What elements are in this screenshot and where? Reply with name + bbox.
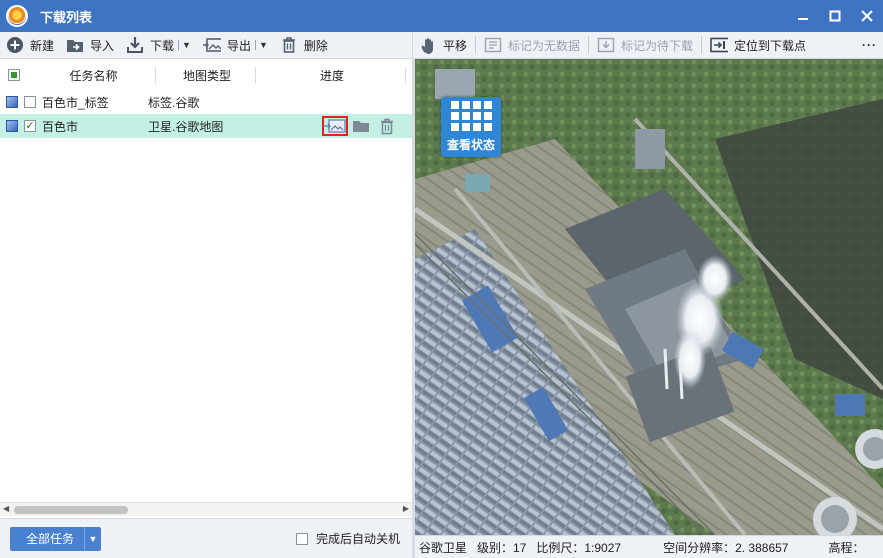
task-type-icon: [6, 96, 18, 108]
map-source: 谷歌卫星: [419, 540, 468, 555]
locate-icon: [710, 36, 729, 54]
locate-label: 定位到下载点: [734, 38, 807, 53]
map-toolbar: 平移 标记为无数据 标记为待下载 定位到下载点 ···: [413, 32, 883, 59]
auto-shutdown-checkbox[interactable]: [296, 532, 308, 545]
grid-tiles-icon: [450, 101, 492, 131]
scrollbar-thumb[interactable]: [14, 506, 128, 514]
hand-pan-icon: [419, 36, 437, 54]
select-all-checkbox[interactable]: [0, 67, 28, 83]
zoom-level: 级别：17: [477, 540, 527, 555]
download-button[interactable]: 下载 ▼: [120, 33, 197, 57]
mark-pending-label: 标记为待下载: [621, 38, 694, 53]
folder-icon: [353, 121, 369, 132]
export-button[interactable]: 导出 ▼: [197, 33, 274, 57]
task-type-icon: [6, 120, 18, 132]
auto-shutdown-label: 完成后自动关机: [316, 532, 401, 546]
mark-no-data-button[interactable]: 标记为无数据: [478, 33, 586, 57]
import-label: 导入: [90, 38, 115, 53]
export-image-button[interactable]: [322, 116, 348, 136]
minimize-icon[interactable]: [787, 0, 819, 32]
mark-no-data-label: 标记为无数据: [508, 38, 581, 53]
import-button[interactable]: 导入: [60, 33, 120, 57]
task-name: 百色市: [42, 119, 79, 134]
folder-import-icon: [66, 36, 84, 54]
select-all-check-icon: [8, 69, 20, 81]
chevron-down-icon[interactable]: ▼: [85, 527, 101, 551]
elevation: 高程：: [828, 540, 865, 555]
app-logo-icon: [6, 5, 28, 27]
column-header-name[interactable]: 任务名称: [28, 67, 156, 83]
task-footer: 全部任务 ▼ 完成后自动关机: [0, 518, 412, 558]
task-row[interactable]: 百色市_标签 标签.谷歌: [0, 90, 412, 114]
download-icon: [126, 36, 144, 54]
view-status-button[interactable]: 查看状态: [441, 97, 501, 157]
delete-task-button[interactable]: [374, 116, 400, 136]
export-label: 导出: [226, 38, 251, 53]
more-options-button[interactable]: ···: [856, 33, 883, 57]
scroll-right-icon[interactable]: ▶: [403, 504, 409, 513]
mark-no-data-icon: [484, 36, 502, 54]
delete-button[interactable]: 删除: [274, 33, 334, 57]
maximize-icon[interactable]: [819, 0, 851, 32]
new-task-button[interactable]: 新建: [0, 33, 60, 57]
map-scale: 比例尺：1:9027: [536, 540, 622, 555]
auto-shutdown-option[interactable]: 完成后自动关机: [296, 530, 400, 547]
download-label: 下载: [150, 38, 175, 53]
pan-label: 平移: [443, 38, 468, 53]
window-title: 下载列表: [40, 9, 93, 25]
open-folder-button[interactable]: [348, 116, 374, 136]
task-name: 百色市_标签: [42, 95, 109, 110]
view-status-label: 查看状态: [446, 138, 495, 152]
all-tasks-dropdown[interactable]: 全部任务 ▼: [10, 526, 102, 551]
toolbar-divider: [588, 36, 590, 54]
download-dropdown-icon[interactable]: ▼: [178, 40, 191, 50]
close-icon[interactable]: [851, 0, 883, 32]
task-row-selected[interactable]: ✓ 百色市 卫星.谷歌地图: [0, 114, 412, 138]
task-map-type: 标签.谷歌: [148, 95, 200, 110]
task-toolbar: 新建 导入 下载 ▼ 导出 ▼ 删除: [0, 32, 412, 59]
row-actions: [322, 114, 400, 138]
trash-icon: [381, 118, 393, 134]
image-export-icon: [324, 119, 346, 133]
column-header-type[interactable]: 地图类型: [156, 67, 256, 83]
toolbar-divider: [701, 36, 703, 54]
task-checkbox-checked[interactable]: ✓: [24, 120, 36, 132]
all-tasks-label: 全部任务: [10, 526, 86, 551]
new-task-label: 新建: [30, 38, 55, 53]
spatial-resolution: 空间分辨率：2. 388657: [663, 540, 789, 555]
satellite-map-view[interactable]: 查看状态: [415, 59, 883, 535]
image-export-icon: [202, 36, 221, 54]
task-grid-header: 任务名称 地图类型 进度: [0, 63, 412, 87]
export-dropdown-icon[interactable]: ▼: [254, 40, 268, 50]
scroll-left-icon[interactable]: ◀: [3, 504, 9, 513]
title-bar: 下载列表: [0, 0, 883, 32]
mark-pending-button[interactable]: 标记为待下载: [591, 33, 699, 57]
column-header-progress[interactable]: 进度: [256, 67, 406, 83]
mark-pending-icon: [597, 36, 615, 54]
add-circle-icon: [6, 36, 24, 54]
task-map-type: 卫星.谷歌地图: [148, 119, 224, 134]
locate-download-point-button[interactable]: 定位到下载点: [704, 33, 812, 57]
delete-label: 删除: [303, 38, 328, 53]
task-checkbox[interactable]: [24, 96, 36, 108]
window-controls: [787, 0, 883, 32]
horizontal-scrollbar[interactable]: ◀ ▶: [0, 502, 412, 516]
pan-button[interactable]: 平移: [413, 33, 473, 57]
map-status-bar: 谷歌卫星 级别：17 比例尺：1:9027 空间分辨率：2. 388657 高程…: [415, 535, 883, 558]
toolbar-divider: [475, 36, 477, 54]
trash-icon: [280, 36, 298, 54]
